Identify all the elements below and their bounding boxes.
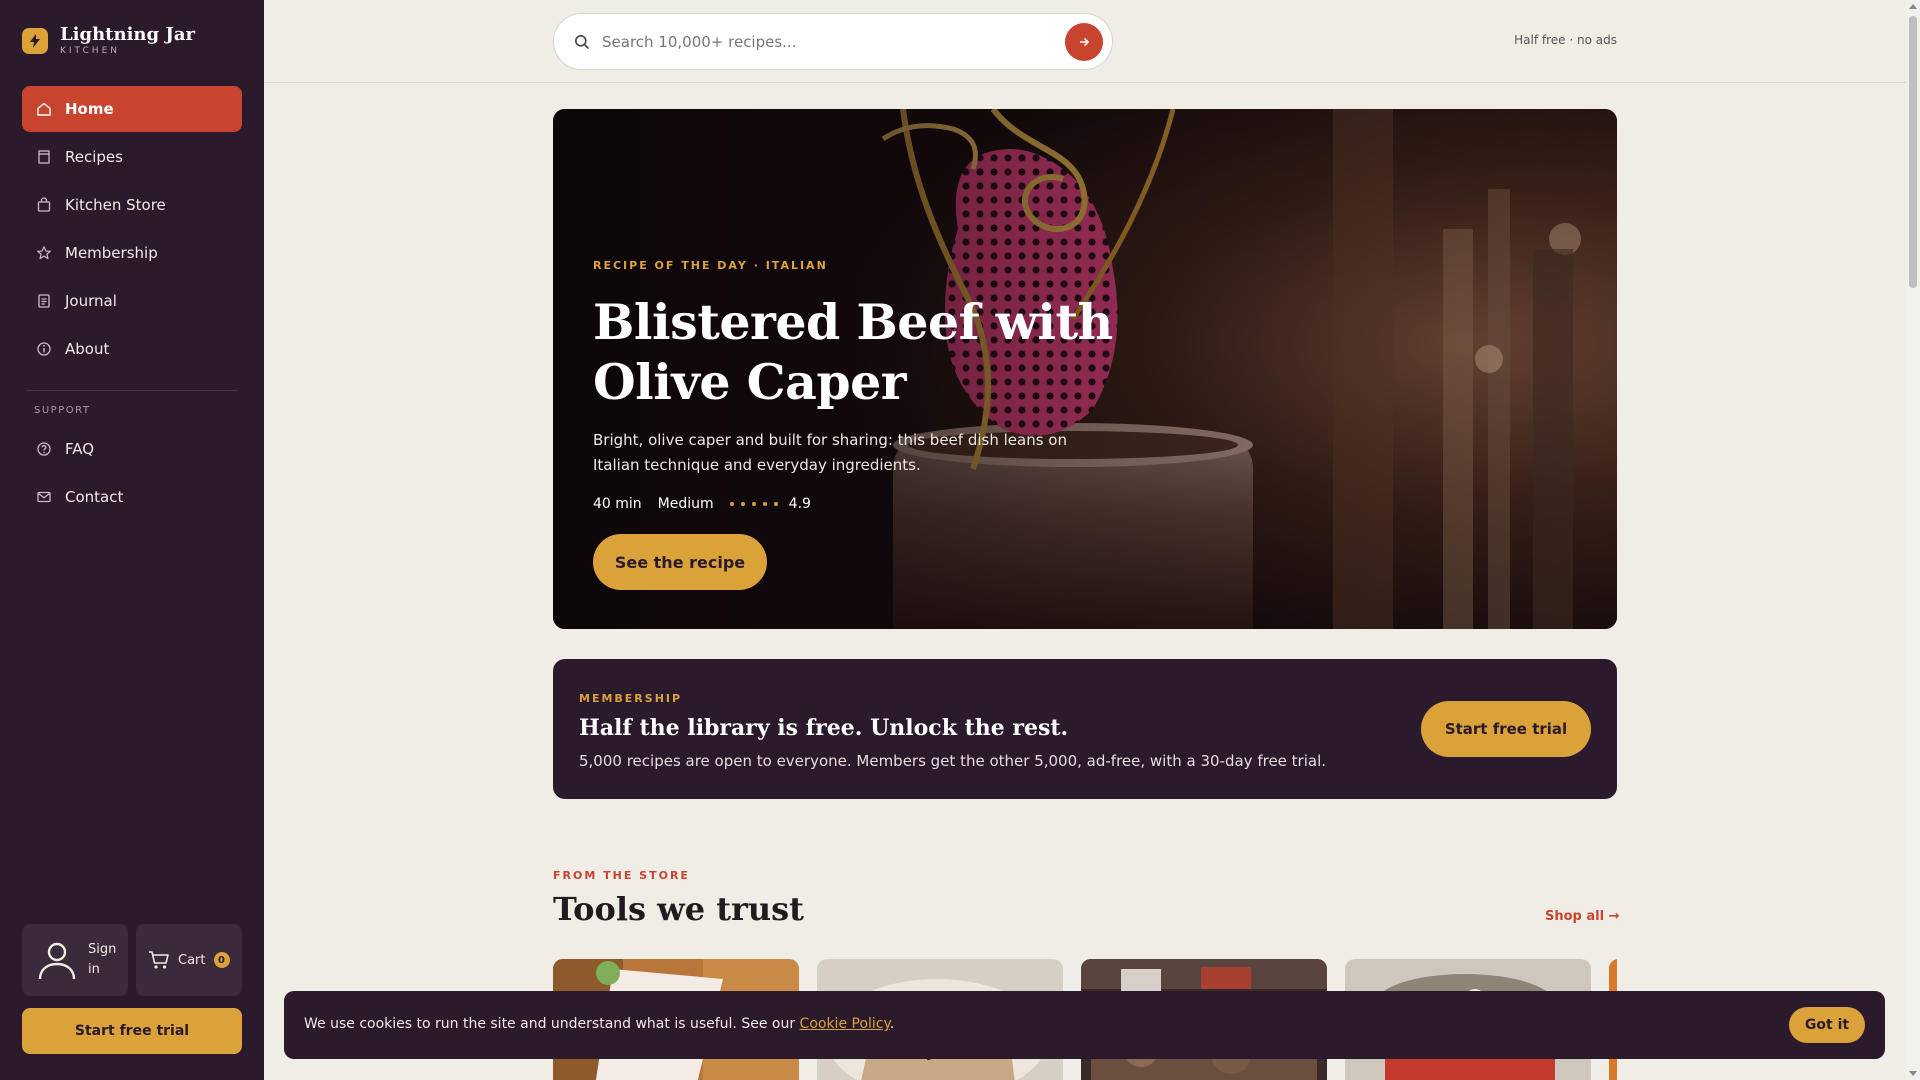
- star-icon: [729, 502, 734, 506]
- info-icon: [37, 342, 51, 356]
- sidebar-item-label: Contact: [65, 488, 124, 506]
- star-icon: [762, 502, 767, 506]
- cookie-banner: We use cookies to run the site and under…: [284, 991, 1885, 1059]
- scroll-thumb[interactable]: [1909, 16, 1917, 288]
- home-icon: [37, 102, 51, 116]
- cart-button[interactable]: Cart 0: [136, 924, 242, 996]
- sidebar-item-label: Membership: [65, 244, 158, 262]
- sidebar-item-label: About: [65, 340, 110, 358]
- sidebar-item-label: Kitchen Store: [65, 196, 166, 214]
- help-icon: [37, 442, 51, 456]
- sidebar-item-journal[interactable]: Journal: [22, 278, 242, 324]
- scroll-up-arrow-icon[interactable]: [1909, 4, 1917, 9]
- lightning-icon: [22, 28, 48, 54]
- recipe-time: 40 min: [593, 496, 642, 512]
- sign-in-label: Sign in: [88, 942, 117, 977]
- sidebar-item-label: Journal: [65, 292, 117, 310]
- cookie-policy-link[interactable]: Cookie Policy: [800, 1016, 890, 1032]
- cart-icon: [149, 951, 169, 969]
- bag-icon: [37, 197, 51, 212]
- star-icon: [740, 502, 745, 506]
- cookie-text-end: .: [889, 1016, 895, 1032]
- mail-icon: [37, 491, 51, 503]
- sidebar-item-label: Recipes: [65, 148, 123, 166]
- search-input[interactable]: [602, 32, 1042, 51]
- scroll-down-arrow-icon[interactable]: [1909, 1071, 1917, 1076]
- sidebar-item-membership[interactable]: Membership: [22, 230, 242, 276]
- see-recipe-button[interactable]: See the recipe: [593, 534, 767, 590]
- sidebar-start-trial-button[interactable]: Start free trial: [22, 1008, 242, 1054]
- nav-divider: [26, 390, 238, 391]
- membership-title: Half the library is free. Unlock the res…: [579, 715, 1069, 741]
- store-eyebrow: FROM THE STORE: [553, 869, 690, 882]
- cookie-accept-button[interactable]: Got it: [1789, 1007, 1865, 1043]
- brand-name: Lightning Jar: [60, 24, 196, 45]
- search-submit-button[interactable]: [1065, 23, 1103, 61]
- account-area: Sign in Cart 0 Start free trial: [22, 924, 242, 1054]
- support-heading: SUPPORT: [34, 405, 91, 416]
- sidebar-item-faq[interactable]: FAQ: [22, 426, 242, 472]
- sidebar-item-label: FAQ: [65, 440, 95, 458]
- sidebar-item-recipes[interactable]: Recipes: [22, 134, 242, 180]
- cart-label: Cart: [178, 952, 206, 968]
- sidebar-item-home[interactable]: Home: [22, 86, 242, 132]
- brand-logo[interactable]: Lightning Jar KITCHEN: [22, 26, 195, 56]
- membership-description: 5,000 recipes are open to everyone. Memb…: [579, 752, 1327, 770]
- book-icon: [38, 150, 50, 164]
- membership-banner: MEMBERSHIP Half the library is free. Unl…: [553, 659, 1617, 799]
- sign-in-button[interactable]: Sign in: [22, 924, 128, 996]
- search-bar: [553, 13, 1113, 70]
- sidebar-item-contact[interactable]: Contact: [22, 474, 242, 520]
- main-nav: Home Recipes Kitchen Store Membership Jo…: [22, 86, 242, 522]
- recipe-rating: 4.9: [788, 496, 811, 512]
- user-icon: [38, 942, 76, 980]
- hero-title: Blistered Beef with Olive Caper: [593, 293, 1113, 411]
- shop-all-link[interactable]: Shop all →: [1545, 909, 1619, 924]
- rating-stars: 4.9: [729, 496, 811, 512]
- membership-start-trial-button[interactable]: Start free trial: [1421, 701, 1591, 757]
- hero-eyebrow: RECIPE OF THE DAY · ITALIAN: [593, 259, 828, 272]
- page-scrollbar[interactable]: [1906, 0, 1920, 1080]
- hero-card: RECIPE OF THE DAY · ITALIAN Blistered Be…: [553, 109, 1617, 629]
- recipe-meta: 40 min Medium 4.9: [593, 496, 1113, 512]
- star-icon: [773, 502, 778, 506]
- membership-eyebrow: MEMBERSHIP: [579, 692, 683, 705]
- sidebar: Lightning Jar KITCHEN Home Recipes Kitch…: [0, 0, 264, 1080]
- cart-count-badge: 0: [213, 952, 230, 968]
- sidebar-item-kitchen-store[interactable]: Kitchen Store: [22, 182, 242, 228]
- sidebar-item-about[interactable]: About: [22, 326, 242, 372]
- search-icon: [575, 34, 590, 49]
- recipe-difficulty: Medium: [657, 496, 714, 512]
- top-bar: Half free · no ads: [264, 0, 1906, 83]
- arrow-right-icon: [1080, 37, 1090, 47]
- hero-content: RECIPE OF THE DAY · ITALIAN Blistered Be…: [593, 259, 1113, 590]
- star-icon: [37, 246, 51, 260]
- top-note: Half free · no ads: [1514, 33, 1617, 47]
- store-title: Tools we trust: [553, 890, 804, 928]
- hero-description: Bright, olive caper and built for sharin…: [593, 431, 1067, 474]
- journal-icon: [38, 294, 50, 308]
- cookie-text: We use cookies to run the site and under…: [304, 1016, 796, 1032]
- star-icon: [751, 502, 756, 506]
- sidebar-item-label: Home: [65, 100, 114, 118]
- brand-sub: KITCHEN: [60, 46, 120, 56]
- cookie-message: We use cookies to run the site and under…: [304, 1016, 894, 1032]
